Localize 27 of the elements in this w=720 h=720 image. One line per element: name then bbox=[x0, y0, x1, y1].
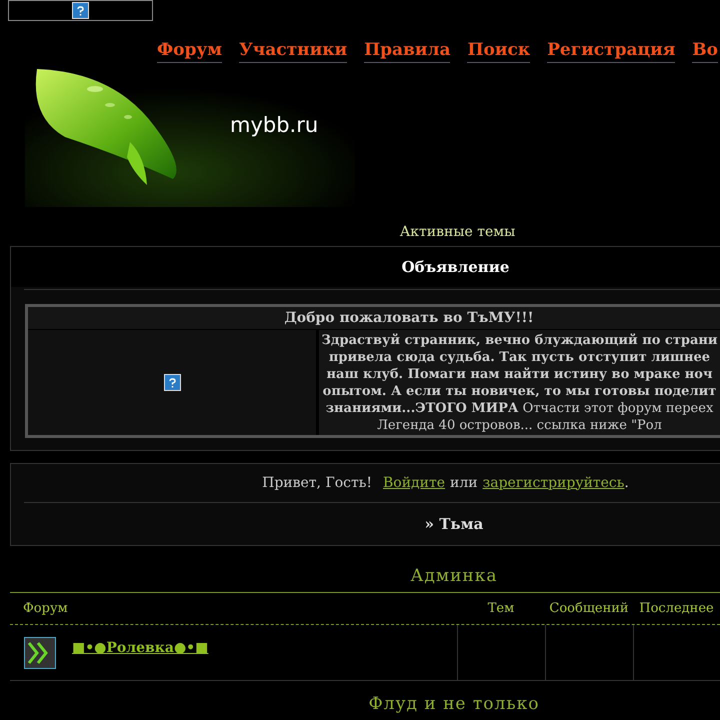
column-header: Форум bbox=[22, 600, 69, 618]
column-header: Последнее bbox=[639, 600, 714, 618]
nav-link[interactable]: Регистрация bbox=[547, 38, 676, 63]
login-link[interactable]: Войдите bbox=[383, 472, 446, 494]
forum-icon bbox=[24, 637, 56, 669]
nav-link[interactable]: Форум bbox=[157, 38, 222, 63]
or-text: или bbox=[450, 474, 478, 492]
nav-link[interactable]: Поиск bbox=[467, 38, 530, 63]
logo: mybb.ru bbox=[230, 112, 318, 140]
breadcrumb: » Тьма bbox=[424, 514, 484, 535]
nav-link[interactable]: Правила bbox=[364, 38, 450, 63]
forum-link[interactable]: ■•●Ролевка●•■ bbox=[72, 638, 208, 659]
welcome-heading: Добро пожаловать во ТъМУ!!! bbox=[284, 308, 534, 328]
period-text: . bbox=[624, 474, 629, 492]
greeting-text: Привет, Гость! bbox=[262, 474, 372, 492]
broken-image-icon bbox=[164, 374, 180, 391]
welcome-message: Здраствуй странник, вечно блуждающий по страни привела сюда судьба. Так пусть отступит лишнее наш клуб. Помаги нам найти истину во мраке ноч опытом. А если ты новичек, то мы готовы поделит знаниями...ЭТОГО МИРА Отчасти этот форум переех Легенда 40 островов... ссылка ниже "Рол bbox=[320, 332, 719, 435]
column-header: Тем bbox=[488, 600, 514, 618]
nav-link[interactable]: Участники bbox=[239, 38, 348, 63]
active-topics-link[interactable]: Активные темы bbox=[400, 224, 516, 240]
register-link[interactable]: зарегистрируйтесь bbox=[482, 472, 624, 494]
category-title: Флуд и не только bbox=[368, 692, 540, 716]
column-header: Сообщений bbox=[549, 600, 629, 618]
announcement-title: Объявление bbox=[402, 256, 510, 278]
broken-image-icon bbox=[72, 2, 89, 19]
nav-link[interactable]: Во bbox=[692, 38, 718, 63]
category-title: Админка bbox=[410, 564, 498, 588]
